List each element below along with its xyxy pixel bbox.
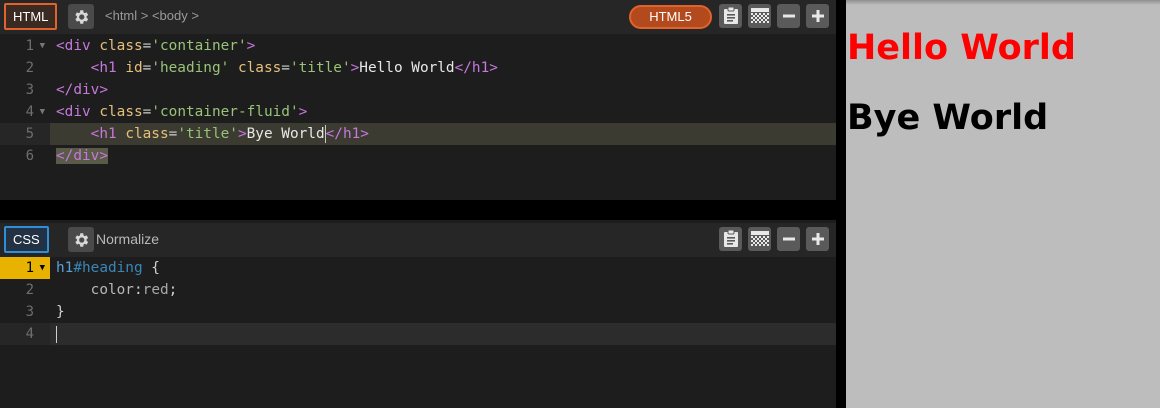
expand-button[interactable] [806, 4, 829, 28]
preview-heading-bye: Bye World [847, 98, 1049, 138]
editor-area: HTML <html > <body > HTML5 1 ▼ <div clas… [0, 0, 836, 408]
line-number: 4 [0, 323, 50, 345]
line-number: 2 [25, 60, 34, 76]
preview-shadow [846, 0, 1160, 5]
fold-arrow-icon[interactable]: ▼ [40, 101, 45, 123]
fold-arrow-icon[interactable]: ▼ [40, 257, 45, 279]
fold-arrow-icon[interactable]: ▼ [40, 35, 45, 57]
active-code-line: 4 [0, 323, 836, 345]
html-toolbar: HTML <html > <body > HTML5 [0, 0, 836, 34]
code-text: } [56, 304, 65, 320]
code-line: 4 ▼ <div class='container-fluid'> [0, 101, 836, 123]
gear-icon [75, 9, 89, 24]
code-line: 6 </div> [0, 145, 836, 167]
breadcrumb: <html > <body > [105, 8, 199, 23]
active-code-line: 5 <h1 class='title'>Bye World</h1> [0, 123, 836, 145]
code-text: color:red; [90, 282, 178, 298]
code-text: </div> [56, 145, 108, 167]
css-toolbar: CSS Normalize [0, 223, 836, 257]
html-code-editor[interactable]: 1 ▼ <div class='container'> 2 <h1 id='hea… [0, 35, 836, 167]
expand-button[interactable] [806, 227, 829, 251]
css-language-button[interactable]: CSS [4, 226, 49, 253]
css-code-editor[interactable]: 1 ▼ h1#heading { 2 color:red; 3 } 4 [0, 257, 836, 345]
minus-icon [782, 14, 795, 18]
line-number: 3 [25, 304, 34, 320]
code-line: 2 color:red; [0, 279, 836, 301]
html-editor-panel: HTML <html > <body > HTML5 1 ▼ <div clas… [0, 0, 836, 200]
preprocessor-label: Normalize [96, 231, 160, 247]
checkerboard-icon [750, 8, 769, 23]
text-cursor [56, 326, 57, 343]
collapse-button[interactable] [777, 4, 800, 28]
clipboard-icon [723, 7, 738, 24]
code-text: <h1 class='title'>Bye World</h1> [90, 125, 369, 143]
checkerboard-icon [750, 231, 769, 246]
code-line: 3 } [0, 301, 836, 323]
color-picker-button[interactable] [748, 4, 771, 28]
html-language-button[interactable]: HTML [4, 3, 58, 30]
css-settings-button[interactable] [68, 227, 94, 252]
code-text: <div class='container-fluid'> [56, 104, 308, 120]
code-line: 2 <h1 id='heading' class='title'>Hello W… [0, 57, 836, 79]
line-number: 1 ▼ [0, 257, 50, 279]
line-number: 2 [25, 282, 34, 298]
code-line: 1 ▼ h1#heading { [0, 257, 836, 279]
line-number: 6 [25, 148, 34, 164]
line-number: 3 [25, 82, 34, 98]
doctype-button[interactable]: HTML5 [629, 5, 712, 29]
tidy-button[interactable] [719, 227, 742, 251]
result-preview: Hello World Bye World [846, 0, 1160, 408]
html-settings-button[interactable] [68, 4, 94, 29]
code-text: <h1 id='heading' class='title'>Hello Wor… [90, 60, 498, 76]
code-line: 3 </div> [0, 79, 836, 101]
matching-tag-highlight: </div> [56, 148, 108, 164]
color-picker-button[interactable] [748, 227, 771, 251]
clipboard-icon [723, 230, 738, 247]
tidy-button[interactable] [719, 4, 742, 28]
line-number: 1 ▼ [0, 35, 50, 57]
code-text: </div> [56, 82, 108, 98]
plus-icon [811, 10, 824, 22]
preview-heading-hello: Hello World [847, 28, 1076, 68]
line-number: 5 [0, 123, 50, 145]
gear-icon [75, 232, 89, 247]
collapse-button[interactable] [777, 227, 800, 251]
line-number: 4 ▼ [0, 101, 50, 123]
code-text: h1#heading { [56, 260, 160, 276]
minus-icon [782, 237, 795, 241]
plus-icon [811, 233, 824, 245]
css-editor-panel: CSS Normalize 1 ▼ h1#heading {2 color:r… [0, 220, 836, 408]
code-text: <div class='container'> [56, 38, 256, 54]
code-line: 1 ▼ <div class='container'> [0, 35, 836, 57]
